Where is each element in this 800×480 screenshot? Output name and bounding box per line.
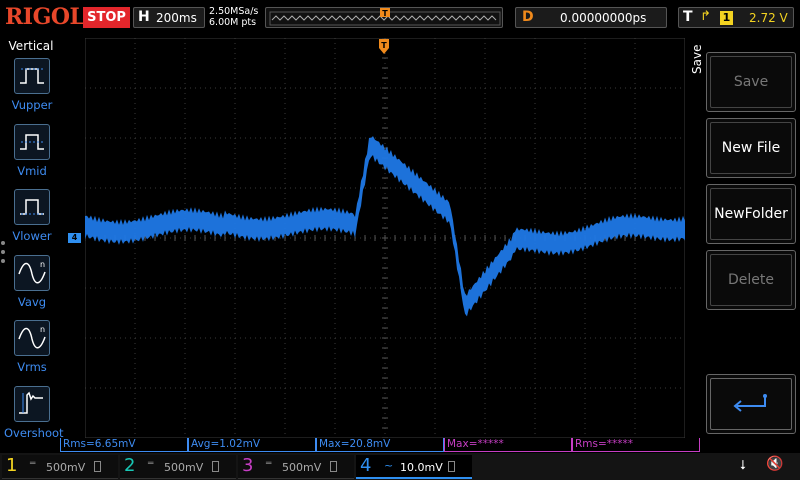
- graticule: [85, 38, 685, 438]
- vavg-icon: n: [14, 255, 50, 291]
- measurement-5[interactable]: Rms=*****: [572, 438, 700, 452]
- measure-vavg[interactable]: n Vavg: [4, 255, 60, 317]
- save-button[interactable]: Save: [706, 52, 796, 112]
- channel-3-tab[interactable]: 3 ═ 500mV: [238, 455, 354, 479]
- channel-3-number: 3: [242, 455, 254, 476]
- channel-4-tab[interactable]: 4 ~ 10.0mV: [356, 455, 472, 479]
- status-bar: RIGOL STOP H 200ms 2.50MSa/s 6.00M pts T…: [0, 0, 800, 34]
- bandwidth-limit-icon: [94, 461, 101, 472]
- new-folder-button[interactable]: NewFolder: [706, 184, 796, 244]
- bandwidth-limit-icon: [448, 461, 455, 472]
- channel-4-offset-marker[interactable]: 4: [68, 233, 81, 243]
- run-stop-indicator[interactable]: STOP: [83, 7, 130, 28]
- horizontal-label: H: [138, 9, 150, 25]
- channel-bar: 1 ═ 500mV 2 ═ 500mV 3 ═ 500mV 4 ~ 10.0mV: [0, 453, 800, 480]
- delay-value: 0.00000000ps: [560, 11, 647, 25]
- measure-overshoot[interactable]: Overshoot: [4, 386, 64, 448]
- svg-text:n: n: [40, 325, 45, 334]
- vrms-icon: n: [14, 320, 50, 356]
- measure-vrms[interactable]: n Vrms: [4, 320, 60, 382]
- save-button-label: Save: [733, 74, 769, 90]
- memory-depth: 6.00M pts: [209, 17, 257, 28]
- waveform-display[interactable]: [85, 38, 685, 438]
- trigger-position-marker: T: [382, 9, 388, 18]
- measurement-results: Rms=6.65mV Avg=1.02mV Max=20.8mV Max=***…: [60, 438, 700, 452]
- new-file-button[interactable]: New File: [706, 118, 796, 178]
- acquisition-info: 2.50MSa/s 6.00M pts: [209, 6, 258, 28]
- memory-waveform-overview: T: [269, 8, 501, 26]
- channel-2-scale: 500mV: [164, 461, 204, 474]
- measure-vlower[interactable]: Vlower: [4, 189, 60, 251]
- channel-3-scale: 500mV: [282, 461, 322, 474]
- trigger-source: 1: [720, 11, 733, 25]
- vupper-label: Vupper: [11, 98, 53, 112]
- measurement-3[interactable]: Max=20.8mV: [316, 438, 444, 452]
- bandwidth-limit-icon: [212, 461, 219, 472]
- channel-2-tab[interactable]: 2 ═ 500mV: [120, 455, 236, 479]
- measurement-2[interactable]: Avg=1.02mV: [188, 438, 316, 452]
- measurement-1[interactable]: Rms=6.65mV: [60, 438, 188, 452]
- delete-button-label: Delete: [728, 272, 774, 288]
- horizontal-timebase[interactable]: H 200ms: [133, 7, 205, 28]
- measurement-4[interactable]: Max=*****: [444, 438, 572, 452]
- vlower-label: Vlower: [12, 229, 52, 243]
- dc-coupling-icon: ═: [30, 459, 36, 469]
- delay-label: D: [522, 9, 534, 25]
- bandwidth-limit-icon: [330, 461, 337, 472]
- vavg-label: Vavg: [17, 295, 47, 309]
- vlower-icon: [14, 189, 50, 225]
- measure-menu: Vertical Vupper Vmid Vlower n Vavg n Vrm…: [0, 36, 64, 440]
- brand-logo: RIGOL: [5, 4, 85, 30]
- rising-edge-icon: ↱: [700, 9, 711, 24]
- overshoot-label: Overshoot: [4, 426, 64, 440]
- enter-button[interactable]: [706, 374, 796, 434]
- save-menu-title: Save: [690, 44, 704, 74]
- measure-vmid[interactable]: Vmid: [4, 124, 60, 186]
- measure-vupper[interactable]: Vupper: [4, 58, 60, 120]
- speaker-mute-icon[interactable]: 🔇: [766, 456, 783, 472]
- ac-coupling-icon: ~: [384, 459, 394, 472]
- channel-4-number: 4: [360, 455, 372, 476]
- new-folder-button-label: NewFolder: [714, 206, 788, 222]
- overshoot-icon: [14, 386, 50, 422]
- channel-1-tab[interactable]: 1 ═ 500mV: [2, 455, 118, 479]
- delete-button[interactable]: Delete: [706, 250, 796, 310]
- channel-4-trace: [85, 136, 685, 317]
- timebase-value: 200ms: [156, 11, 197, 25]
- channel-2-number: 2: [124, 455, 136, 476]
- sample-rate: 2.50MSa/s: [209, 6, 259, 17]
- vmid-icon: [14, 124, 50, 160]
- trigger-time-marker[interactable]: T: [378, 38, 390, 56]
- trigger-time-marker-label: T: [381, 41, 387, 50]
- save-menu: Save Save New File NewFolder Delete: [686, 36, 800, 440]
- vmid-label: Vmid: [17, 164, 47, 178]
- usb-icon: ⭣: [740, 458, 747, 473]
- measure-menu-title: Vertical: [8, 39, 54, 53]
- trigger-position-bar[interactable]: T: [265, 7, 503, 28]
- trigger-settings[interactable]: T ↱ 1 2.72 V: [678, 7, 794, 28]
- channel-4-scale: 10.0mV: [400, 461, 443, 474]
- channel-1-scale: 500mV: [46, 461, 86, 474]
- enter-arrow-icon: [707, 375, 795, 433]
- horizontal-delay[interactable]: D 0.00000000ps: [515, 7, 667, 28]
- new-file-button-label: New File: [721, 140, 781, 156]
- svg-text:n: n: [40, 260, 45, 269]
- channel-1-number: 1: [6, 455, 18, 476]
- trigger-level: 2.72 V: [749, 11, 788, 25]
- dc-coupling-icon: ═: [148, 459, 154, 469]
- vupper-icon: [14, 58, 50, 94]
- trigger-label: T: [683, 9, 693, 25]
- dc-coupling-icon: ═: [266, 459, 272, 469]
- vrms-label: Vrms: [17, 360, 47, 374]
